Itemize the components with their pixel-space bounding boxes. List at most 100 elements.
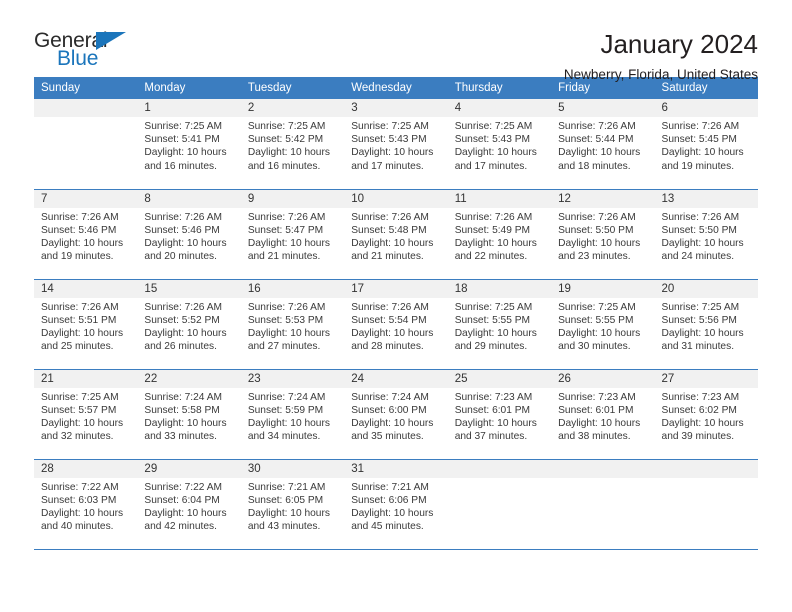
sunset-text: Sunset: 5:58 PM	[144, 404, 220, 416]
day-number: 21	[41, 372, 54, 385]
calendar-day-cell[interactable]: 26 Sunrise: 7:23 AM Sunset: 6:01 PM Dayligh…	[551, 368, 655, 459]
day-number: 19	[558, 282, 571, 295]
day-number-band: 5	[551, 99, 655, 117]
sunset-text: Sunset: 5:45 PM	[661, 134, 737, 146]
page-header: General Blue January 2024 Newberry, Flor…	[34, 0, 758, 82]
sunrise-text: Sunrise: 7:25 AM	[661, 301, 740, 313]
daylight-text: and 32 minutes.	[41, 431, 114, 443]
daylight-text: Daylight: 10 hours	[144, 507, 227, 519]
calendar-day-cell[interactable]: 3 Sunrise: 7:25 AM Sunset: 5:43 PM Daylight…	[344, 99, 448, 189]
day-number: 24	[351, 372, 365, 385]
calendar-day-cell[interactable]: 25 Sunrise: 7:23 AM Sunset: 6:01 PM Dayligh…	[447, 368, 552, 459]
day-cell-inner: 29 Sunrise: 7:22 AM Sunset: 6:04 PM Dayligh…	[137, 459, 241, 549]
sunset-text: Sunset: 5:46 PM	[144, 224, 220, 236]
sunrise-text: Sunrise: 7:25 AM	[144, 121, 223, 132]
daylight-text: Daylight: 10 hours	[247, 237, 330, 249]
day-cell-details: Sunrise: 7:24 AM Sunset: 5:58 PM Daylight:…	[137, 388, 240, 459]
calendar-day-cell[interactable]: 4 Sunrise: 7:25 AM Sunset: 5:43 PM Daylight…	[447, 99, 552, 189]
sunset-text: Sunset: 5:53 PM	[247, 314, 324, 326]
day-cell-details: Sunrise: 7:26 AM Sunset: 5:51 PM Daylight:…	[34, 298, 137, 369]
calendar-day-cell[interactable]: 8 Sunrise: 7:26 AM Sunset: 5:46 PM Daylight…	[137, 188, 241, 279]
day-cell-inner: 13 Sunrise: 7:26 AM Sunset: 5:50 PM Dayligh…	[654, 189, 758, 279]
day-cell-inner: 27 Sunrise: 7:23 AM Sunset: 6:02 PM Dayligh…	[654, 369, 758, 459]
day-cell-details: Sunrise: 7:26 AM Sunset: 5:53 PM Daylight:…	[241, 298, 344, 369]
daylight-text: and 17 minutes.	[351, 160, 424, 172]
daylight-text: Daylight: 10 hours	[661, 417, 744, 429]
sunset-text: Sunset: 5:46 PM	[41, 224, 117, 236]
calendar-day-cell[interactable]: 23 Sunrise: 7:24 AM Sunset: 5:59 PM Dayligh…	[240, 368, 345, 459]
sunset-text: Sunset: 6:01 PM	[454, 404, 531, 416]
title-block: January 2024 Newberry, Florida, United S…	[564, 28, 758, 85]
calendar-day-cell[interactable]: 17 Sunrise: 7:26 AM Sunset: 5:54 PM Dayligh…	[344, 278, 448, 369]
calendar-day-cell[interactable]: 12 Sunrise: 7:26 AM Sunset: 5:50 PM Dayligh…	[551, 188, 655, 279]
day-cell-details: Sunrise: 7:21 AM Sunset: 6:06 PM Daylight:…	[344, 478, 447, 549]
calendar-day-cell[interactable]: 31 Sunrise: 7:21 AM Sunset: 6:06 PM Dayligh…	[344, 458, 448, 550]
sunrise-text: Sunrise: 7:24 AM	[351, 391, 429, 403]
calendar-day-cell[interactable]: 9 Sunrise: 7:26 AM Sunset: 5:47 PM Daylight…	[240, 188, 345, 279]
daylight-text: Daylight: 10 hours	[661, 327, 744, 339]
sunset-text: Sunset: 6:06 PM	[351, 494, 427, 506]
day-cell-details: Sunrise: 7:26 AM Sunset: 5:50 PM Daylight:…	[655, 208, 758, 279]
calendar-day-cell[interactable]: 24 Sunrise: 7:24 AM Sunset: 6:00 PM Dayligh…	[344, 368, 448, 459]
sunrise-text: Sunrise: 7:25 AM	[351, 121, 429, 132]
brand-logo[interactable]: General Blue	[34, 28, 144, 74]
day-cell-inner: 17 Sunrise: 7:26 AM Sunset: 5:54 PM Dayligh…	[344, 279, 448, 369]
calendar-day-cell[interactable]: 14 Sunrise: 7:26 AM Sunset: 5:51 PM Dayligh…	[34, 278, 138, 369]
calendar-day-cell[interactable]: 18 Sunrise: 7:25 AM Sunset: 5:55 PM Dayligh…	[447, 278, 552, 369]
daylight-text: and 40 minutes.	[41, 521, 114, 533]
daylight-text: Daylight: 10 hours	[351, 147, 434, 159]
daylight-text: and 23 minutes.	[558, 251, 631, 263]
calendar-day-cell[interactable]: 29 Sunrise: 7:22 AM Sunset: 6:04 PM Dayligh…	[137, 458, 241, 550]
sunrise-text: Sunrise: 7:26 AM	[558, 211, 636, 223]
calendar-day-cell[interactable]: 16 Sunrise: 7:26 AM Sunset: 5:53 PM Dayligh…	[240, 278, 345, 369]
daylight-text: Daylight: 10 hours	[41, 327, 124, 339]
sunrise-text: Sunrise: 7:23 AM	[558, 391, 636, 403]
sunrise-text: Sunrise: 7:26 AM	[661, 211, 740, 223]
calendar-day-cell[interactable]: 30 Sunrise: 7:21 AM Sunset: 6:05 PM Dayligh…	[240, 458, 345, 550]
daylight-text: Daylight: 10 hours	[247, 147, 330, 159]
daylight-text: and 43 minutes.	[247, 521, 321, 533]
weekday-header-wednesday: Wednesday	[344, 77, 448, 99]
sunset-text: Sunset: 5:52 PM	[144, 314, 220, 326]
day-cell-details: Sunrise: 7:26 AM Sunset: 5:49 PM Daylight:…	[448, 208, 551, 279]
day-cell-inner: 8 Sunrise: 7:26 AM Sunset: 5:46 PM Daylight…	[137, 189, 241, 279]
day-cell-inner	[34, 99, 138, 189]
daylight-text: Daylight: 10 hours	[351, 327, 434, 339]
calendar-day-cell[interactable]: 1 Sunrise: 7:25 AM Sunset: 5:41 PM Daylight…	[137, 99, 241, 189]
day-cell-details	[448, 478, 551, 549]
calendar-day-cell[interactable]: 5 Sunrise: 7:26 AM Sunset: 5:44 PM Daylight…	[551, 99, 655, 189]
sunset-text: Sunset: 5:50 PM	[661, 224, 737, 236]
calendar-day-cell[interactable]: 28 Sunrise: 7:22 AM Sunset: 6:03 PM Dayligh…	[34, 458, 138, 550]
daylight-text: and 30 minutes.	[558, 341, 631, 353]
day-number-band: 10	[344, 189, 448, 208]
calendar-day-cell[interactable]: 20 Sunrise: 7:25 AM Sunset: 5:56 PM Dayligh…	[654, 278, 758, 369]
day-number-band: 4	[447, 99, 552, 117]
day-number-band: 21	[34, 369, 138, 388]
daylight-text: Daylight: 10 hours	[661, 237, 744, 249]
calendar-day-cell[interactable]: 21 Sunrise: 7:25 AM Sunset: 5:57 PM Dayligh…	[34, 368, 138, 459]
day-number-band: 7	[34, 189, 138, 208]
daylight-text: Daylight: 10 hours	[558, 237, 641, 249]
day-cell-inner: 30 Sunrise: 7:21 AM Sunset: 6:05 PM Dayligh…	[240, 459, 345, 549]
sunrise-text: Sunrise: 7:26 AM	[454, 211, 533, 223]
calendar-day-cell[interactable]: 10 Sunrise: 7:26 AM Sunset: 5:48 PM Dayligh…	[344, 188, 448, 279]
day-cell-inner: 25 Sunrise: 7:23 AM Sunset: 6:01 PM Dayligh…	[447, 369, 552, 459]
sunset-text: Sunset: 6:03 PM	[41, 494, 117, 506]
day-cell-inner: 23 Sunrise: 7:24 AM Sunset: 5:59 PM Dayligh…	[240, 369, 345, 459]
calendar-day-cell[interactable]: 15 Sunrise: 7:26 AM Sunset: 5:52 PM Dayligh…	[137, 278, 241, 369]
day-cell-details: Sunrise: 7:25 AM Sunset: 5:41 PM Daylight:…	[137, 117, 240, 189]
day-cell-details: Sunrise: 7:26 AM Sunset: 5:46 PM Daylight:…	[137, 208, 240, 279]
calendar-day-cell[interactable]: 6 Sunrise: 7:26 AM Sunset: 5:45 PM Daylight…	[654, 99, 758, 189]
calendar-day-cell[interactable]: 27 Sunrise: 7:23 AM Sunset: 6:02 PM Dayligh…	[654, 368, 758, 459]
calendar-day-cell[interactable]: 19 Sunrise: 7:25 AM Sunset: 5:55 PM Dayligh…	[551, 278, 655, 369]
calendar-day-cell[interactable]: 11 Sunrise: 7:26 AM Sunset: 5:49 PM Dayligh…	[447, 188, 552, 279]
sunset-text: Sunset: 5:55 PM	[454, 314, 531, 326]
calendar-day-cell[interactable]: 13 Sunrise: 7:26 AM Sunset: 5:50 PM Dayligh…	[654, 188, 758, 279]
calendar-day-cell[interactable]: 22 Sunrise: 7:24 AM Sunset: 5:58 PM Dayligh…	[137, 368, 241, 459]
calendar-day-cell[interactable]: 2 Sunrise: 7:25 AM Sunset: 5:42 PM Daylight…	[240, 99, 345, 189]
sunset-text: Sunset: 5:49 PM	[454, 224, 531, 236]
day-cell-inner: 9 Sunrise: 7:26 AM Sunset: 5:47 PM Daylight…	[240, 189, 345, 279]
day-cell-inner: 3 Sunrise: 7:25 AM Sunset: 5:43 PM Daylight…	[344, 99, 448, 189]
day-cell-inner: 26 Sunrise: 7:23 AM Sunset: 6:01 PM Dayligh…	[551, 369, 655, 459]
calendar-day-cell[interactable]: 7 Sunrise: 7:26 AM Sunset: 5:46 PM Daylight…	[34, 188, 138, 279]
